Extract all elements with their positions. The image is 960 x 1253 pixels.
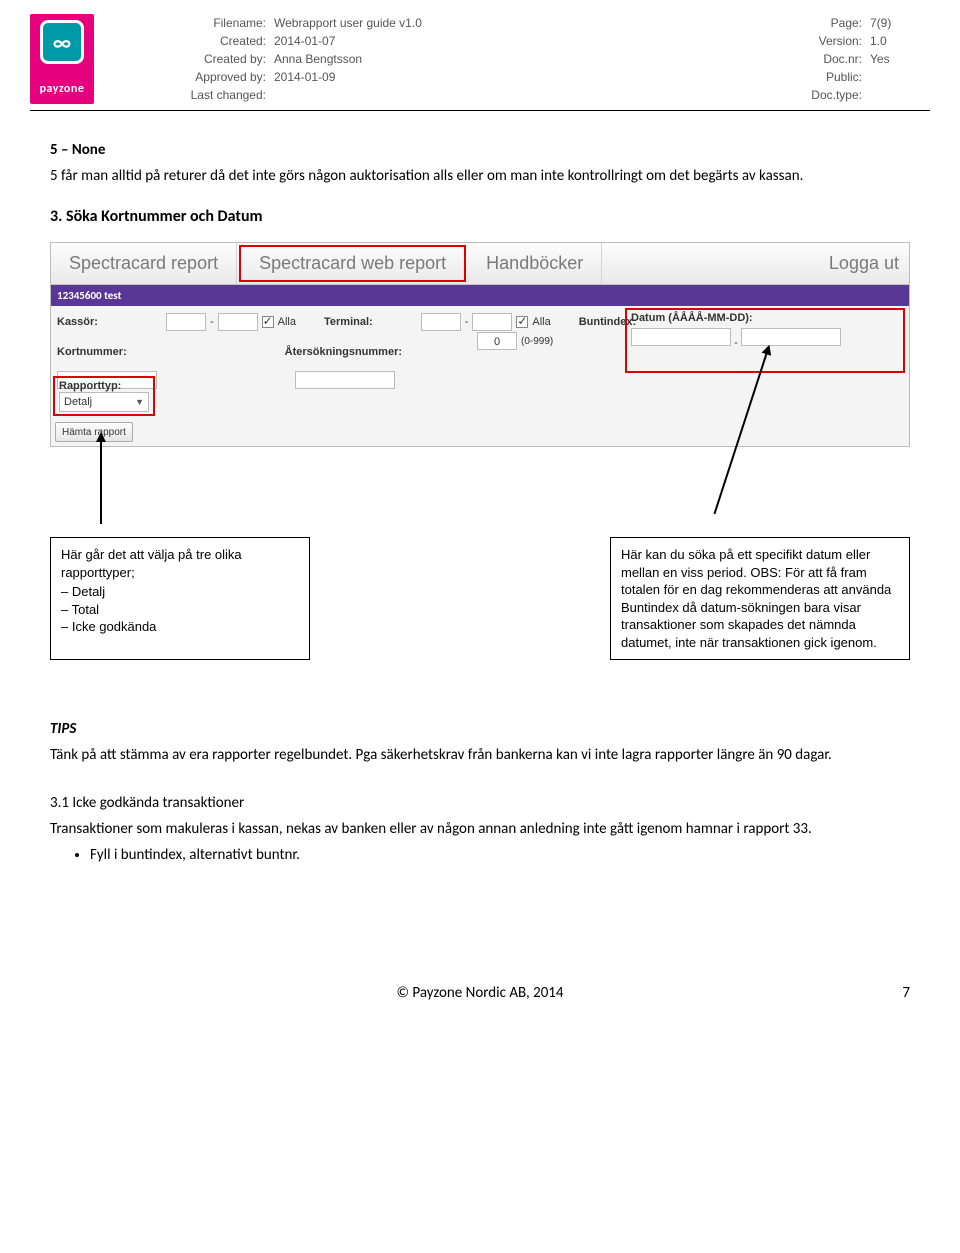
meta-value: 2014-01-09 xyxy=(274,68,504,86)
chevron-down-icon: ▼ xyxy=(135,397,144,407)
section-5-title: 5 – None xyxy=(50,141,910,159)
buntindex-input[interactable]: 0 xyxy=(477,332,517,350)
meta-value: Yes xyxy=(870,50,930,68)
tips-heading: TIPS xyxy=(50,720,910,738)
terminal-alla-checkbox[interactable] xyxy=(516,316,528,328)
meta-values-left: Webrapport user guide v1.0 2014-01-07 An… xyxy=(274,14,504,104)
tab-spectracard-web-report[interactable]: Spectracard web report xyxy=(239,245,466,282)
meta-value: Webrapport user guide v1.0 xyxy=(274,14,504,32)
datum-highlight-box: Datum (ÅÅÅÅ-MM-DD): - xyxy=(625,308,905,373)
footer-page-number: 7 xyxy=(870,984,910,1002)
section-3-1: 3.1 Icke godkända transaktioner Transakt… xyxy=(50,794,910,864)
arrow-to-rapporttyp xyxy=(100,440,102,524)
tab-logga-ut[interactable]: Logga ut xyxy=(811,243,909,284)
tips-block: TIPS Tänk på att stämma av era rapporter… xyxy=(50,720,910,764)
screenshot-figure: Spectracard report Spectracard web repor… xyxy=(50,242,910,660)
label-alla-1: Alla xyxy=(278,316,296,328)
rapporttyp-value: Detalj xyxy=(64,396,92,408)
label-kortnummer: Kortnummer: xyxy=(57,346,127,358)
meta-label: Created by: xyxy=(104,50,266,68)
label-rapporttyp: Rapporttyp: xyxy=(59,380,121,392)
meta-value: 2014-01-07 xyxy=(274,32,504,50)
terminal-from-input[interactable] xyxy=(421,313,461,331)
bullet-item: Fyll i buntindex, alternativt buntnr. xyxy=(90,846,910,864)
callout-item: Total xyxy=(61,601,299,619)
app-screenshot: Spectracard report Spectracard web repor… xyxy=(50,242,910,447)
tab-spectracard-report[interactable]: Spectracard report xyxy=(51,243,237,284)
terminal-to-input[interactable] xyxy=(472,313,512,331)
atersok-input[interactable] xyxy=(295,371,395,389)
app-tabbar: Spectracard report Spectracard web repor… xyxy=(51,243,909,285)
label-atersok: Återsökningsnummer: xyxy=(285,346,402,358)
section-3-title: 3. Söka Kortnummer och Datum xyxy=(50,207,910,226)
callout-datum: Här kan du söka på ett specifikt datum e… xyxy=(610,537,910,660)
footer-copyright: © Payzone Nordic AB, 2014 xyxy=(90,984,870,1002)
kassor-to-input[interactable] xyxy=(218,313,258,331)
section-3-1-body: Transaktioner som makuleras i kassan, ne… xyxy=(50,820,910,838)
tips-body: Tänk på att stämma av era rapporter rege… xyxy=(50,746,910,764)
kassor-from-input[interactable] xyxy=(166,313,206,331)
label-datum: Datum (ÅÅÅÅ-MM-DD): xyxy=(631,312,753,324)
callout-right-text: Här kan du söka på ett specifikt datum e… xyxy=(621,547,891,650)
meta-label: Doc.nr: xyxy=(504,50,862,68)
filter-panel: Kassör: - Alla Terminal: - Alla xyxy=(51,306,909,446)
logo-icon: ∞ xyxy=(40,20,84,64)
page-content: 5 – None 5 får man alltid på returer då … xyxy=(30,111,930,864)
doc-metadata: Filename: Created: Created by: Approved … xyxy=(104,14,930,104)
callout-item: Icke godkända xyxy=(61,618,299,636)
hamta-rapport-button[interactable]: Hämta rapport xyxy=(55,422,133,442)
label-alla-2: Alla xyxy=(532,316,550,328)
merchant-bar: 12345600 test xyxy=(51,285,909,306)
callout-rapporttyper: Här går det att välja på tre olika rappo… xyxy=(50,537,310,660)
meta-label: Approved by: xyxy=(104,68,266,86)
callouts-row: Här går det att välja på tre olika rappo… xyxy=(50,537,910,660)
page-footer: © Payzone Nordic AB, 2014 7 xyxy=(30,984,930,1002)
datum-from-input[interactable] xyxy=(631,328,731,346)
rapporttyp-highlight-box: Rapporttyp: Detalj ▼ xyxy=(53,376,155,416)
meta-label: Version: xyxy=(504,32,862,50)
section-3-1-bullets: Fyll i buntindex, alternativt buntnr. xyxy=(90,846,910,864)
meta-value: 1.0 xyxy=(870,32,930,50)
callout-item: Detalj xyxy=(61,583,299,601)
meta-label: Public: xyxy=(504,68,862,86)
rapporttyp-select[interactable]: Detalj ▼ xyxy=(59,392,149,412)
meta-value: 7(9) xyxy=(870,14,930,32)
meta-label: Last changed: xyxy=(104,86,266,104)
section-5-body: 5 får man alltid på returer då det inte … xyxy=(50,167,910,185)
meta-value: Anna Bengtsson xyxy=(274,50,504,68)
meta-labels-left: Filename: Created: Created by: Approved … xyxy=(104,14,274,104)
meta-label: Filename: xyxy=(104,14,266,32)
meta-values-right: 7(9) 1.0 Yes xyxy=(870,14,930,104)
datum-to-input[interactable] xyxy=(741,328,841,346)
section-3-1-heading: 3.1 Icke godkända transaktioner xyxy=(50,794,910,812)
doc-header: ∞ payzone Filename: Created: Created by:… xyxy=(30,10,930,111)
label-kassor: Kassör: xyxy=(57,316,98,328)
meta-label: Doc.type: xyxy=(504,86,862,104)
meta-label: Page: xyxy=(504,14,862,32)
label-terminal: Terminal: xyxy=(324,316,373,328)
meta-labels-right: Page: Version: Doc.nr: Public: Doc.type: xyxy=(504,14,870,104)
logo-brand-text: payzone xyxy=(40,82,85,96)
meta-label: Created: xyxy=(104,32,266,50)
label-buntrange: (0-999) xyxy=(521,336,553,347)
payzone-logo: ∞ payzone xyxy=(30,14,94,104)
callout-left-lead: Här går det att välja på tre olika rappo… xyxy=(61,547,242,580)
tab-handbocker[interactable]: Handböcker xyxy=(468,243,602,284)
kassor-alla-checkbox[interactable] xyxy=(262,316,274,328)
